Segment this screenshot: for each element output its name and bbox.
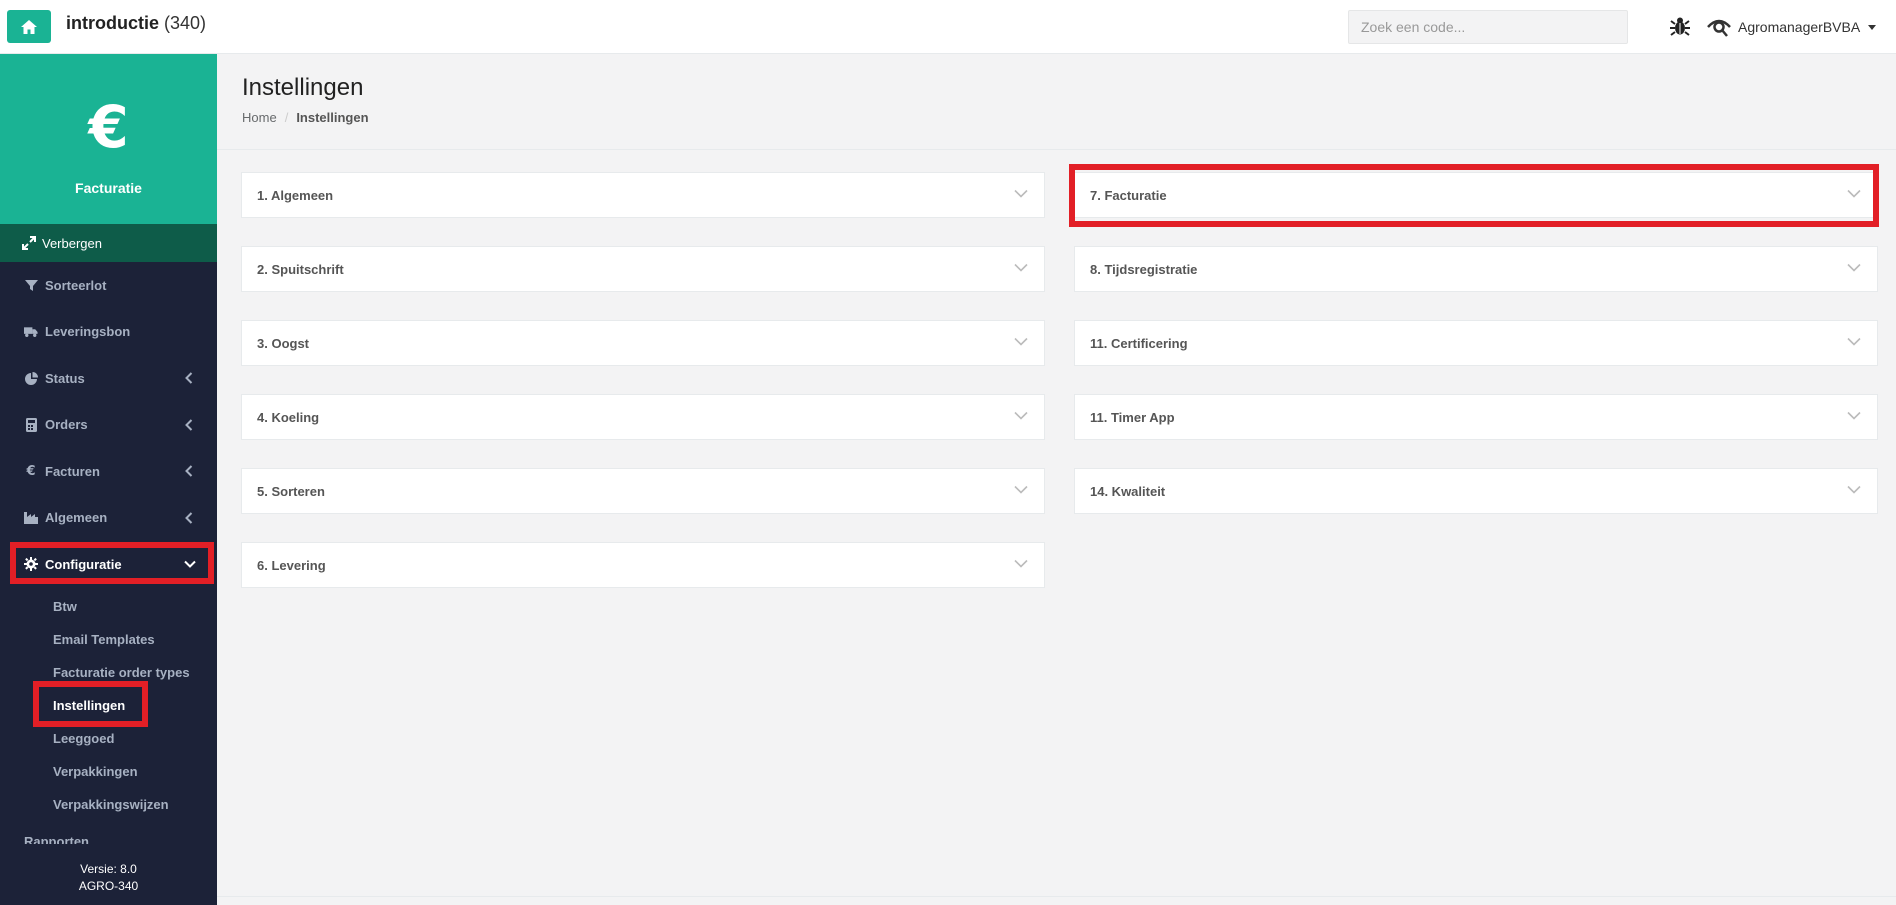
panel-title: 6. Levering (257, 557, 326, 573)
sidebar-item-orders[interactable]: Orders (0, 402, 217, 449)
user-menu[interactable]: AgromanagerBVBA (1706, 14, 1877, 40)
compress-icon (22, 236, 36, 250)
configuratie-submenu: Btw Email Templates Facturatie order typ… (0, 588, 217, 821)
filter-icon (24, 278, 38, 292)
panel-oogst[interactable]: 3. Oogst (241, 320, 1045, 366)
top-navbar: introductie (340) AgromanagerBVBA (0, 0, 1896, 54)
app-title-name: introductie (66, 13, 159, 33)
chevron-down-icon (1014, 263, 1028, 272)
sidebar-item-label: Facturen (45, 463, 100, 479)
sidebar-item-partial[interactable]: Rapporten (24, 834, 89, 844)
sidebar-item-label: Sorteerlot (45, 277, 107, 293)
chevron-down-icon (1847, 337, 1861, 346)
app-title: introductie (340) (66, 13, 206, 34)
code-search-input[interactable] (1348, 10, 1628, 44)
panel-timer-app[interactable]: 11. Timer App (1074, 394, 1878, 440)
chevron-down-icon (1014, 337, 1028, 346)
panel-title: 14. Kwaliteit (1090, 483, 1166, 499)
panel-koeling[interactable]: 4. Koeling (241, 394, 1045, 440)
sidebar: € Facturatie Verbergen Sorteerlot Leveri… (0, 54, 217, 905)
chevron-down-icon (1014, 559, 1028, 568)
bug-icon[interactable] (1668, 14, 1692, 38)
panel-levering[interactable]: 6. Levering (241, 542, 1045, 588)
hide-label: Verbergen (42, 235, 102, 251)
submenu-item-facturatie-order-types[interactable]: Facturatie order types (0, 656, 217, 689)
panel-title: 5. Sorteren (257, 483, 325, 499)
panel-title: 1. Algemeen (257, 187, 334, 203)
sidebar-item-label: Leveringsbon (45, 324, 131, 340)
hide-sidebar-button[interactable]: Verbergen (0, 224, 217, 262)
pie-chart-icon (24, 371, 38, 385)
submenu-item-instellingen[interactable]: Instellingen (0, 689, 217, 722)
submenu-item-verpakkingen[interactable]: Verpakkingen (0, 755, 217, 788)
breadcrumb-current: Instellingen (296, 110, 369, 125)
submenu-item-leeggoed[interactable]: Leeggoed (0, 722, 217, 755)
panel-spuitschrift[interactable]: 2. Spuitschrift (241, 246, 1045, 292)
panel-kwaliteit[interactable]: 14. Kwaliteit (1074, 468, 1878, 514)
submenu-item-email-templates[interactable]: Email Templates (0, 623, 217, 656)
sidebar-item-label: Configuratie (45, 556, 122, 572)
chevron-down-icon (1847, 485, 1861, 494)
panel-algemeen[interactable]: 1. Algemeen (241, 172, 1045, 218)
panel-title: 8. Tijdsregistratie (1090, 261, 1198, 277)
app-title-count: (340) (164, 13, 207, 33)
sidebar-item-label: Algemeen (45, 510, 108, 526)
breadcrumb: Home / Instellingen (242, 110, 369, 125)
module-title: Facturatie (75, 180, 142, 196)
panel-title: 11. Timer App (1090, 409, 1175, 425)
chevron-down-icon (1014, 189, 1028, 198)
chevron-down-icon (1014, 485, 1028, 494)
chevron-down-icon (184, 560, 196, 568)
panel-title: 2. Spuitschrift (257, 261, 344, 277)
panel-title: 7. Facturatie (1090, 187, 1167, 203)
sidebar-item-sorteerlot[interactable]: Sorteerlot (0, 262, 217, 309)
breadcrumb-home[interactable]: Home (242, 110, 277, 125)
sidebar-item-algemeen[interactable]: Algemeen (0, 495, 217, 542)
euro-icon: € (26, 463, 36, 479)
page-title: Instellingen (242, 74, 364, 101)
breadcrumb-separator: / (284, 110, 289, 125)
home-button[interactable] (7, 10, 51, 43)
gear-icon (24, 557, 38, 572)
version-label: Versie: 8.0 (80, 862, 137, 876)
submenu-item-verpakkingswijzen[interactable]: Verpakkingswijzen (0, 788, 217, 821)
sidebar-footer: Versie: 8.0 AGRO-340 (0, 855, 217, 905)
sidebar-item-facturen[interactable]: € Facturen (0, 448, 217, 495)
page-heading: Instellingen Home / Instellingen (217, 54, 1896, 150)
panel-facturatie[interactable]: 7. Facturatie (1074, 172, 1878, 218)
euro-icon: € (88, 93, 129, 161)
truck-icon (24, 325, 38, 339)
panel-sorteren[interactable]: 5. Sorteren (241, 468, 1045, 514)
chevron-down-icon (1847, 263, 1861, 272)
chevron-left-icon (185, 511, 193, 524)
user-eye-icon (1707, 19, 1731, 37)
sidebar-item-label: Status (45, 370, 85, 386)
chevron-left-icon (185, 465, 193, 477)
panel-title: 4. Koeling (257, 409, 320, 425)
sidebar-item-status[interactable]: Status (0, 355, 217, 402)
sidebar-item-label: Orders (45, 417, 88, 433)
chevron-left-icon (185, 418, 193, 431)
calculator-icon (24, 417, 38, 432)
submenu-item-btw[interactable]: Btw (0, 590, 217, 623)
caret-down-icon (1868, 24, 1877, 30)
sidebar-item-configuratie[interactable]: Configuratie (0, 541, 217, 588)
chevron-left-icon (185, 372, 193, 384)
panel-title: 3. Oogst (257, 335, 310, 351)
panel-title: 11. Certificering (1090, 335, 1188, 351)
build-label: AGRO-340 (78, 879, 139, 893)
panel-certificering[interactable]: 11. Certificering (1074, 320, 1878, 366)
chevron-down-icon (1014, 411, 1028, 420)
sidebar-item-leveringsbon[interactable]: Leveringsbon (0, 309, 217, 356)
home-icon (21, 19, 37, 34)
user-name: AgromanagerBVBA (1738, 19, 1861, 35)
chevron-down-icon (1847, 189, 1861, 198)
chevron-down-icon (1847, 411, 1861, 420)
panel-tijdsregistratie[interactable]: 8. Tijdsregistratie (1074, 246, 1878, 292)
factory-icon (24, 511, 38, 525)
footer-divider (217, 896, 1896, 897)
sidebar-header: € Facturatie (0, 54, 217, 224)
